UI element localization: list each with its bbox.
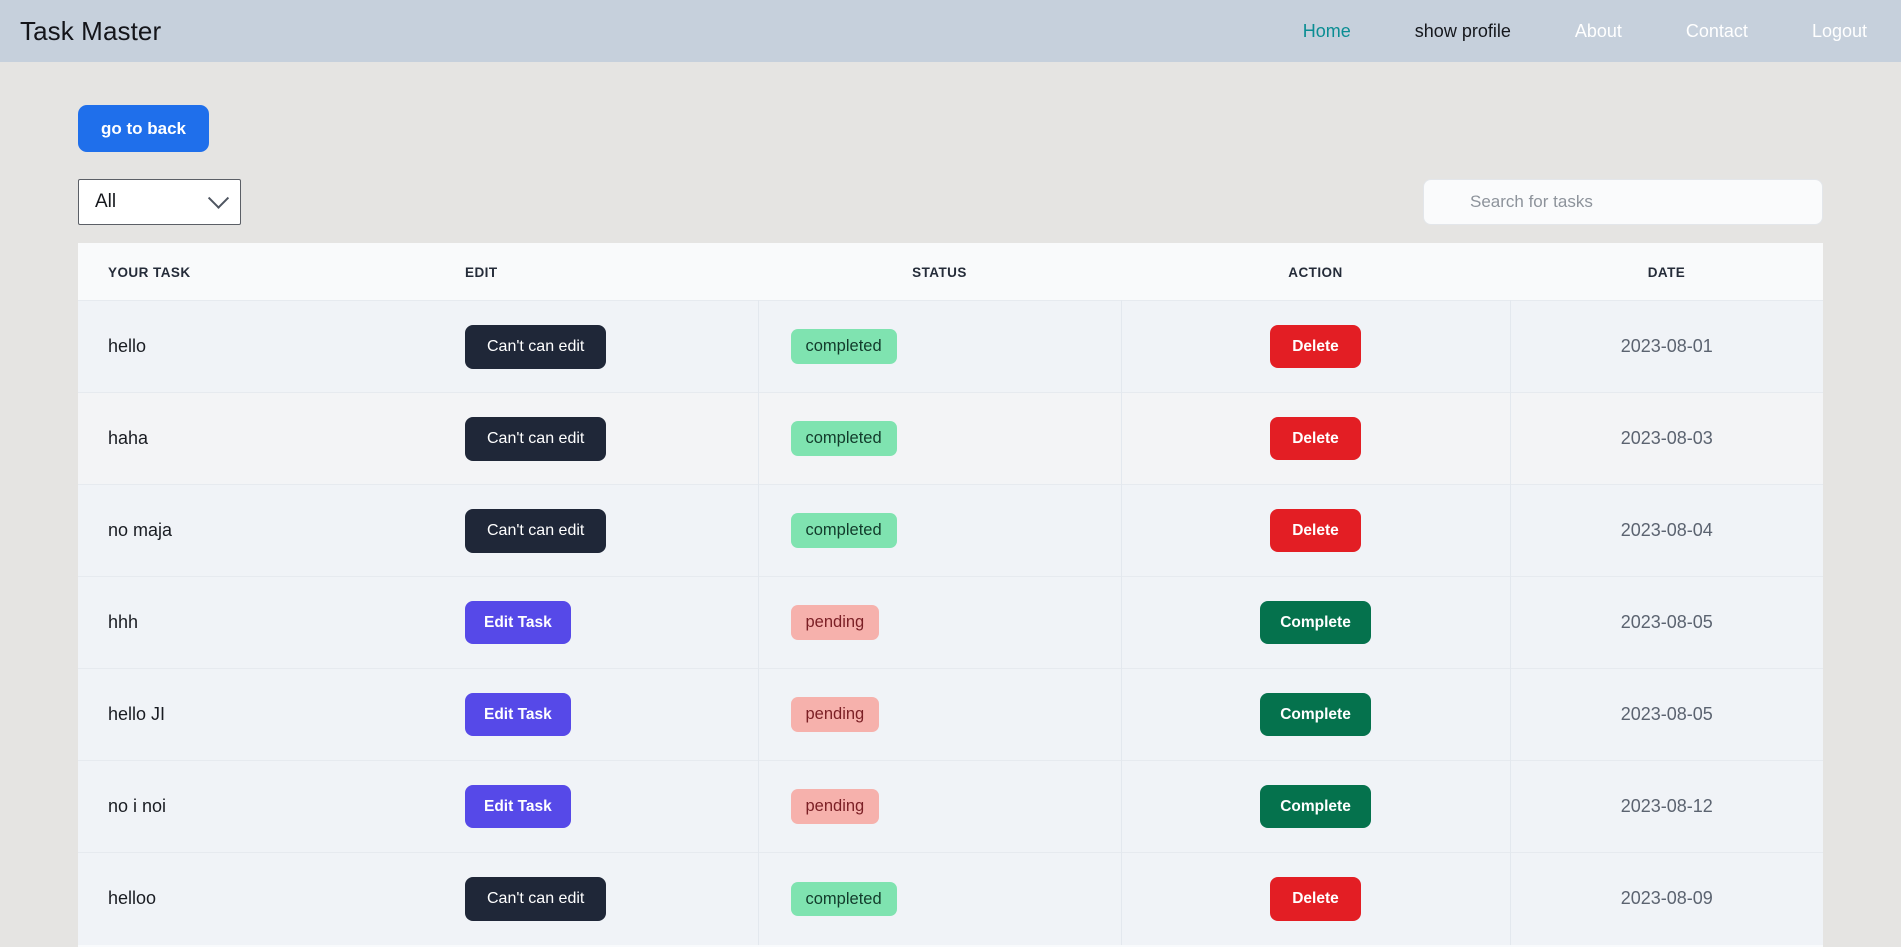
column-header-date: DATE <box>1510 243 1823 301</box>
chevron-down-icon <box>207 187 230 209</box>
column-header-action: ACTION <box>1121 243 1510 301</box>
cell-task-name: hello <box>78 300 433 393</box>
cell-date: 2023-08-05 <box>1510 576 1823 669</box>
cell-task-name: helloo <box>78 852 433 945</box>
table-row: hello JI Edit Task pending Complete 2023-08-… <box>78 668 1823 761</box>
cell-task-name: hello JI <box>78 668 433 761</box>
cell-status: completed <box>758 852 1122 945</box>
cell-edit: Can't can edit <box>433 852 759 945</box>
table-header-row: YOUR TASK EDIT STATUS ACTION DATE <box>78 243 1823 301</box>
cell-date: 2023-08-09 <box>1510 852 1823 945</box>
cell-edit: Edit Task <box>433 760 759 853</box>
status-badge: completed <box>790 513 897 548</box>
delete-button[interactable]: Delete <box>1270 877 1361 921</box>
cell-task-name: no maja <box>78 484 433 577</box>
status-badge: pending <box>790 789 880 824</box>
tasks-table: YOUR TASK EDIT STATUS ACTION DATE hello C… <box>78 243 1823 945</box>
cell-edit: Edit Task <box>433 576 759 669</box>
delete-button[interactable]: Delete <box>1270 508 1361 553</box>
search-input[interactable] <box>1470 192 1822 212</box>
status-badge: pending <box>790 605 880 640</box>
cell-edit: Edit Task <box>433 668 759 761</box>
cell-date: 2023-08-04 <box>1510 484 1823 577</box>
table-row: no i noi Edit Task pending Complete 2023-08-… <box>78 760 1823 853</box>
cell-date: 2023-08-12 <box>1510 760 1823 853</box>
cell-edit: Can't can edit <box>433 392 759 485</box>
cell-edit: Can't can edit <box>433 484 759 577</box>
cell-action: Delete <box>1121 852 1511 945</box>
top-navbar: Task Master Home show profile About Cont… <box>0 0 1901 62</box>
column-header-edit: EDIT <box>433 243 758 301</box>
filter-search-row: All <box>78 179 1823 225</box>
complete-button[interactable]: Complete <box>1260 692 1371 737</box>
cell-action: Delete <box>1121 392 1511 485</box>
status-badge: completed <box>790 329 897 364</box>
edit-task-button[interactable]: Edit Task <box>465 784 571 829</box>
status-badge: completed <box>790 881 897 916</box>
column-header-your-task: YOUR TASK <box>78 243 433 301</box>
cell-date: 2023-08-03 <box>1510 392 1823 485</box>
tasks-table-container: YOUR TASK EDIT STATUS ACTION DATE hello C… <box>78 243 1823 947</box>
table-row: no maja Can't can edit completed Delete 2023… <box>78 484 1823 577</box>
page-content: go to back All YOUR TASK EDIT STATUS ACT… <box>0 62 1901 947</box>
table-row: hello Can't can edit completed Delete 2023-0… <box>78 300 1823 393</box>
cant-edit-button[interactable]: Can't can edit <box>465 508 607 553</box>
cant-edit-button[interactable]: Can't can edit <box>465 416 607 461</box>
cell-status: completed <box>758 392 1122 485</box>
cell-edit: Can't can edit <box>433 300 759 393</box>
status-badge: pending <box>790 697 880 732</box>
cell-task-name: haha <box>78 392 433 485</box>
primary-nav: Home show profile About Contact Logout <box>1271 0 1877 62</box>
app-brand-title: Task Master <box>20 15 162 46</box>
complete-button[interactable]: Complete <box>1260 784 1371 829</box>
back-button-row: go to back <box>78 62 1823 152</box>
cell-status: completed <box>758 300 1122 393</box>
edit-task-button[interactable]: Edit Task <box>465 600 571 645</box>
tasks-table-body: hello Can't can edit completed Delete 2023-0… <box>78 300 1823 945</box>
cell-status: pending <box>758 760 1122 853</box>
go-to-back-button[interactable]: go to back <box>78 105 210 152</box>
nav-link-home[interactable]: Home <box>1271 0 1383 62</box>
cell-date: 2023-08-01 <box>1510 300 1823 393</box>
cell-action: Complete <box>1121 760 1511 853</box>
cell-action: Delete <box>1121 484 1511 577</box>
cant-edit-button[interactable]: Can't can edit <box>465 324 607 369</box>
status-filter-select[interactable]: All <box>78 179 241 225</box>
complete-button[interactable]: Complete <box>1260 600 1371 645</box>
nav-link-about[interactable]: About <box>1543 0 1654 62</box>
status-badge: completed <box>790 421 897 456</box>
table-row: helloo Can't can edit completed Delete 2023-… <box>78 852 1823 945</box>
cant-edit-button[interactable]: Can't can edit <box>465 876 607 921</box>
cell-status: pending <box>758 576 1122 669</box>
cell-action: Complete <box>1121 576 1511 669</box>
search-input-wrapper[interactable] <box>1423 179 1823 225</box>
nav-link-contact[interactable]: Contact <box>1654 0 1780 62</box>
delete-button[interactable]: Delete <box>1270 324 1361 369</box>
cell-action: Delete <box>1121 300 1511 393</box>
cell-status: pending <box>758 668 1122 761</box>
tasks-table-head: YOUR TASK EDIT STATUS ACTION DATE <box>78 243 1823 301</box>
delete-button[interactable]: Delete <box>1270 416 1361 461</box>
cell-action: Complete <box>1121 668 1511 761</box>
cell-task-name: hhh <box>78 576 433 669</box>
edit-task-button[interactable]: Edit Task <box>465 692 571 737</box>
nav-link-logout[interactable]: Logout <box>1780 0 1877 62</box>
cell-task-name: no i noi <box>78 760 433 853</box>
cell-date: 2023-08-05 <box>1510 668 1823 761</box>
table-row: haha Can't can edit completed Delete 2023-08… <box>78 392 1823 485</box>
table-row: hhh Edit Task pending Complete 2023-08-05 <box>78 576 1823 669</box>
cell-status: completed <box>758 484 1122 577</box>
column-header-status: STATUS <box>758 243 1121 301</box>
status-filter-value: All <box>95 191 117 212</box>
nav-link-show-profile[interactable]: show profile <box>1383 0 1543 62</box>
